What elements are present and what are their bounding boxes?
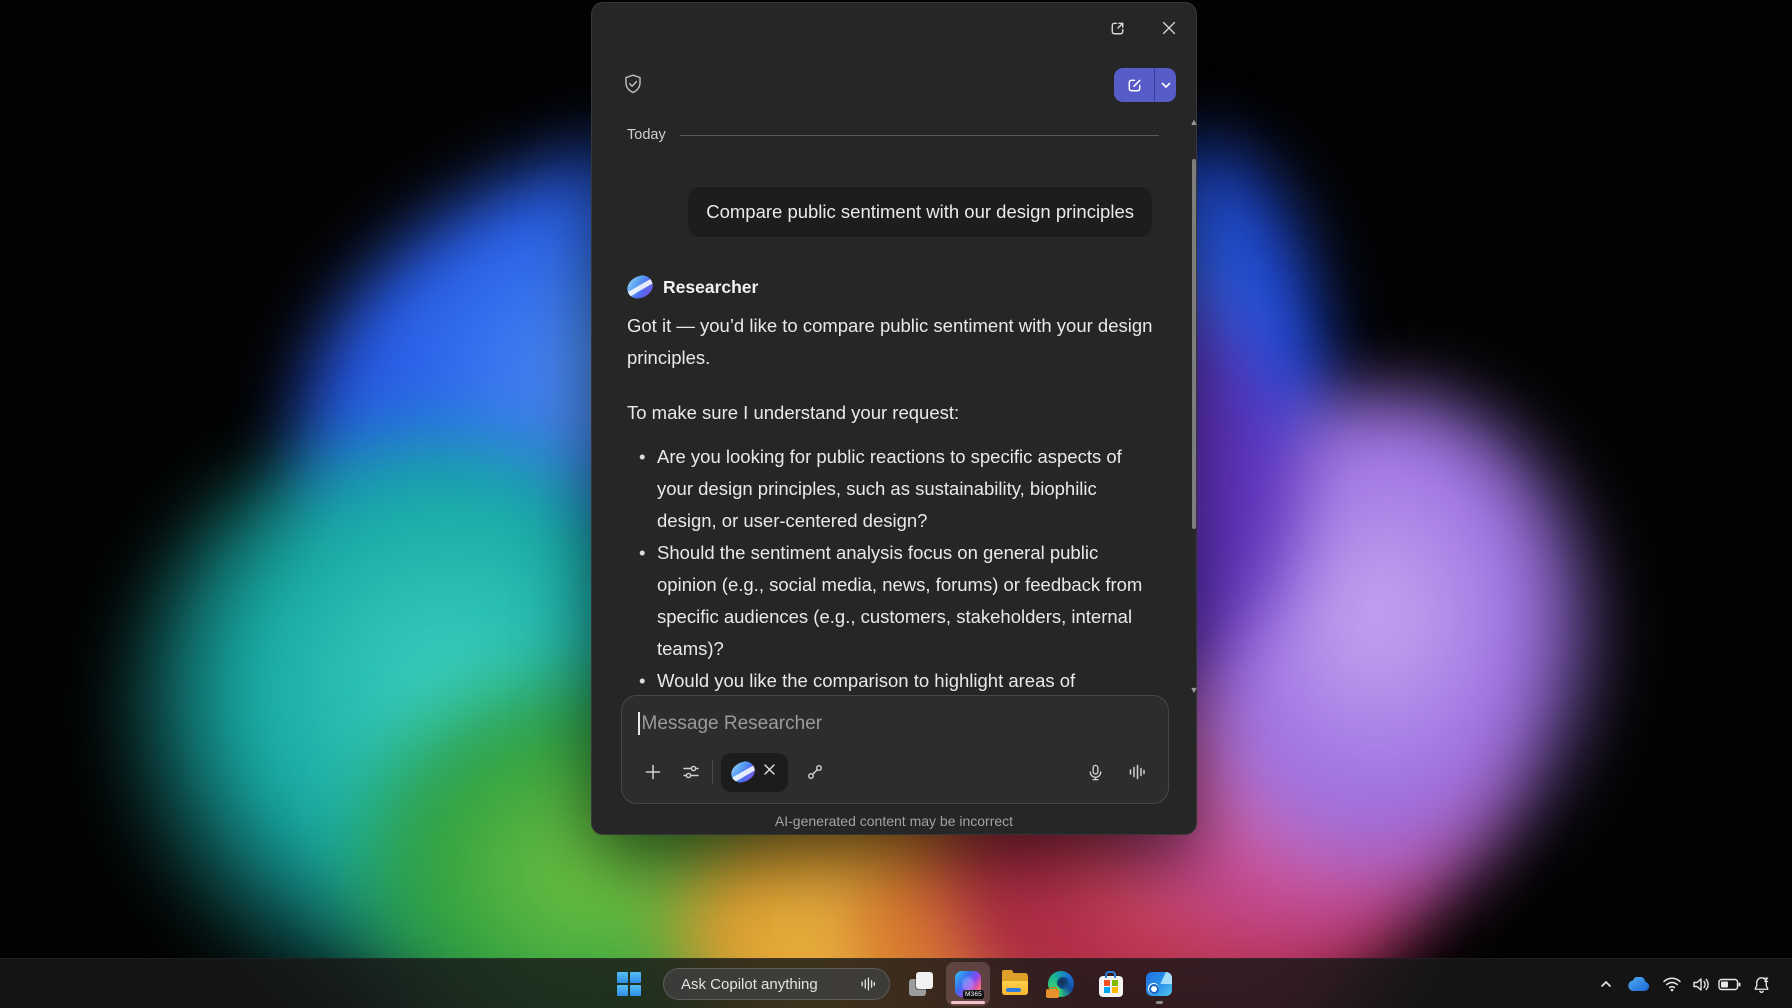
message-input[interactable]: Message Researcher [622, 696, 1168, 735]
user-message-bubble: Compare public sentiment with our design… [687, 186, 1153, 238]
ai-disclaimer: AI-generated content may be incorrect [592, 813, 1196, 829]
onedrive-tray-button[interactable] [1624, 974, 1652, 994]
desktop: ▲ ▼ Today Compare public sentiment with … [0, 0, 1792, 1008]
copilot-m365-icon: M365 [955, 971, 981, 997]
wifi-icon [1662, 976, 1682, 992]
volume-tray-button[interactable] [1688, 974, 1714, 994]
windows-logo-icon [617, 972, 641, 996]
edge-icon [1048, 971, 1074, 997]
speaker-icon [1691, 976, 1711, 993]
scroll-up-arrow[interactable]: ▲ [1188, 117, 1200, 127]
copilot-window: ▲ ▼ Today Compare public sentiment with … [591, 2, 1197, 835]
taskbar: Ask Copilot anything M365 [0, 958, 1792, 1008]
options-button[interactable] [676, 757, 706, 787]
remove-agent-button[interactable] [763, 763, 776, 781]
bullet-item: Should the sentiment analysis focus on g… [627, 537, 1159, 665]
bullet-item: Are you looking for public reactions to … [627, 441, 1159, 537]
outlook-icon [1146, 972, 1172, 996]
assistant-paragraph: Got it — you’d like to compare public se… [627, 310, 1159, 374]
text-caret [638, 712, 640, 735]
plus-icon [644, 763, 662, 781]
wifi-tray-button[interactable] [1660, 974, 1684, 994]
message-composer[interactable]: Message Researcher [621, 695, 1169, 804]
toolbar-divider [712, 760, 713, 784]
microphone-icon [1086, 763, 1105, 782]
start-button[interactable] [616, 971, 642, 997]
taskbar-search[interactable]: Ask Copilot anything [663, 968, 890, 1000]
briefcase-badge-icon [1046, 989, 1059, 998]
link-icon [805, 762, 825, 782]
task-view-button[interactable] [908, 971, 934, 997]
notifications-dnd-button[interactable] [1748, 974, 1774, 994]
taskbar-app-microsoft-store[interactable] [1098, 971, 1124, 997]
sliders-icon [681, 762, 701, 782]
assistant-paragraph: To make sure I understand your request: [627, 397, 1159, 429]
date-divider: Today [627, 125, 1159, 145]
microsoft-store-icon [1099, 976, 1123, 997]
researcher-chip-icon [729, 760, 757, 785]
voice-mode-button[interactable] [1122, 757, 1152, 787]
voice-waveform-icon[interactable] [859, 975, 877, 993]
bell-dnd-icon [1752, 975, 1771, 994]
scroll-down-arrow[interactable]: ▼ [1188, 685, 1200, 695]
close-window-button[interactable] [1154, 13, 1184, 43]
taskbar-app-file-explorer[interactable] [1002, 971, 1028, 997]
compose-icon [1125, 76, 1144, 95]
assistant-header: Researcher [627, 274, 1159, 300]
expand-icon [1108, 19, 1127, 38]
expand-window-button[interactable] [1102, 13, 1132, 43]
voice-waveform-icon [1127, 762, 1147, 782]
input-placeholder: Message Researcher [642, 713, 823, 735]
taskbar-search-placeholder: Ask Copilot anything [681, 976, 818, 993]
scrollbar-thumb[interactable] [1192, 159, 1196, 529]
battery-tray-button[interactable] [1716, 974, 1742, 994]
chevron-down-icon [1160, 79, 1172, 91]
taskbar-app-copilot-m365[interactable]: M365 [946, 962, 990, 1006]
microphone-button[interactable] [1080, 757, 1110, 787]
battery-icon [1718, 978, 1741, 991]
task-view-icon [908, 971, 934, 997]
running-app-indicator [1156, 1001, 1163, 1004]
privacy-shield-icon [621, 72, 645, 96]
add-attachment-button[interactable] [638, 757, 668, 787]
link-sources-button[interactable] [800, 757, 830, 787]
researcher-agent-chip[interactable] [721, 753, 788, 792]
taskbar-app-outlook[interactable] [1146, 971, 1172, 997]
new-chat-split-button [1114, 68, 1176, 102]
new-chat-button[interactable] [1114, 68, 1154, 102]
m365-badge: M365 [963, 990, 984, 999]
composer-toolbar [638, 752, 1152, 792]
researcher-avatar-icon [625, 274, 655, 301]
chat-scroll-area: Today Compare public sentiment with our … [627, 125, 1159, 761]
chevron-up-icon [1599, 977, 1613, 991]
date-divider-label: Today [627, 127, 666, 143]
assistant-name: Researcher [663, 277, 758, 298]
close-icon [1161, 20, 1177, 36]
close-icon [763, 763, 776, 776]
active-app-indicator [951, 1001, 985, 1004]
onedrive-cloud-icon [1626, 977, 1650, 992]
new-chat-dropdown-button[interactable] [1155, 68, 1176, 102]
date-divider-line [680, 135, 1159, 136]
file-explorer-icon [1002, 973, 1028, 995]
taskbar-app-edge[interactable] [1048, 971, 1074, 997]
show-hidden-icons-button[interactable] [1596, 974, 1616, 994]
